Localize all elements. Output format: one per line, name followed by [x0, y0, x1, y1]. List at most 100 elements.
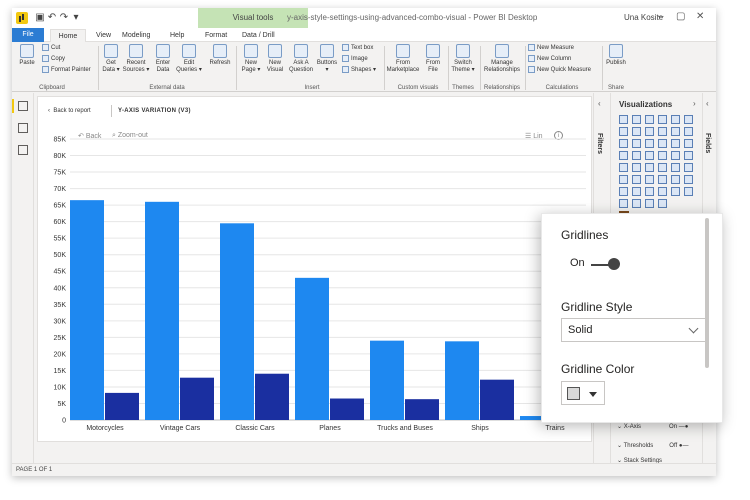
visual-type-icon[interactable]: [632, 151, 641, 160]
maximize-icon[interactable]: ▢: [676, 11, 685, 22]
visual-type-icon[interactable]: [671, 151, 680, 160]
visual-type-icon[interactable]: [632, 199, 641, 208]
from-marketplace-button[interactable]: From Marketplace: [386, 44, 420, 74]
visual-type-icon[interactable]: [671, 115, 680, 124]
ribbon-separator: [448, 46, 449, 90]
visual-type-icon[interactable]: [619, 175, 628, 184]
tab-home[interactable]: Home: [50, 29, 86, 42]
publish-button[interactable]: Publish: [604, 44, 628, 67]
visual-type-icon[interactable]: [658, 151, 667, 160]
ask-question-button[interactable]: Ask A Question: [288, 44, 314, 74]
tab-modeling[interactable]: Modeling: [122, 29, 150, 42]
visual-type-icon[interactable]: [645, 187, 654, 196]
gridlines-state-label: On: [570, 257, 585, 269]
visual-type-icon[interactable]: [684, 139, 693, 148]
visual-type-icon[interactable]: [632, 115, 641, 124]
undo-icon[interactable]: ↶: [46, 12, 58, 24]
popup-scrollbar[interactable]: [705, 218, 709, 368]
copy-button[interactable]: Copy: [42, 55, 65, 63]
collapse-filters-icon[interactable]: ‹: [598, 99, 601, 108]
new-measure-button[interactable]: New Measure: [528, 44, 574, 52]
visual-type-icon[interactable]: [632, 163, 641, 172]
visual-type-icon[interactable]: [619, 187, 628, 196]
publish-icon: [609, 44, 623, 58]
redo-icon[interactable]: ↷: [58, 12, 70, 24]
visual-type-icon[interactable]: [658, 139, 667, 148]
visual-type-icon[interactable]: [684, 163, 693, 172]
visual-type-icon[interactable]: [645, 139, 654, 148]
format-painter-button[interactable]: Format Painter: [42, 66, 91, 74]
tab-help[interactable]: Help: [170, 29, 184, 42]
new-column-button[interactable]: New Column: [528, 55, 571, 63]
shapes-button[interactable]: Shapes ▾: [342, 66, 376, 74]
minimize-icon[interactable]: –: [658, 11, 664, 22]
visual-type-icon[interactable]: [645, 163, 654, 172]
get-data-button[interactable]: Get Data ▾: [100, 44, 122, 74]
report-view-icon[interactable]: [18, 101, 28, 111]
visual-type-icon[interactable]: [619, 139, 628, 148]
visual-type-icon[interactable]: [658, 115, 667, 124]
visual-type-icon[interactable]: [684, 127, 693, 136]
new-quick-measure-button[interactable]: New Quick Measure: [528, 66, 591, 74]
recent-sources-button[interactable]: Recent Sources ▾: [122, 44, 150, 74]
visual-type-icon[interactable]: [684, 151, 693, 160]
visual-type-icon[interactable]: [684, 115, 693, 124]
visual-type-icon[interactable]: [658, 127, 667, 136]
new-page-button[interactable]: New Page ▾: [240, 44, 262, 74]
visual-type-icon[interactable]: [619, 163, 628, 172]
visual-type-icon[interactable]: [671, 139, 680, 148]
visual-type-icon[interactable]: [658, 187, 667, 196]
visual-type-icon[interactable]: [658, 199, 667, 208]
visual-type-icon[interactable]: [658, 163, 667, 172]
visual-type-icon[interactable]: [632, 139, 641, 148]
visual-type-icon[interactable]: [619, 127, 628, 136]
visual-type-icon[interactable]: [645, 151, 654, 160]
paste-button[interactable]: Paste: [16, 44, 38, 67]
visual-type-icon[interactable]: [645, 127, 654, 136]
edit-queries-button[interactable]: Edit Queries ▾: [176, 44, 202, 74]
text-box-button[interactable]: Text box: [342, 44, 373, 52]
data-view-icon[interactable]: [18, 123, 28, 133]
visual-type-icon[interactable]: [645, 175, 654, 184]
visual-type-icon[interactable]: [619, 199, 628, 208]
tab-data-drill[interactable]: Data / Drill: [242, 29, 275, 42]
new-visual-button[interactable]: New Visual: [264, 44, 286, 74]
tab-file[interactable]: File: [12, 28, 44, 42]
save-icon[interactable]: ▣: [34, 12, 46, 24]
collapse-fields-icon[interactable]: ‹: [706, 99, 709, 108]
switch-theme-button[interactable]: Switch Theme ▾: [450, 44, 476, 74]
visual-type-icon[interactable]: [671, 127, 680, 136]
cut-button[interactable]: Cut: [42, 44, 60, 52]
image-button[interactable]: Image: [342, 55, 368, 63]
from-file-button[interactable]: From File: [422, 44, 444, 74]
expand-pane-icon[interactable]: ›: [693, 99, 696, 108]
visual-type-icon[interactable]: [671, 175, 680, 184]
customize-toolbar-icon[interactable]: ▾: [70, 12, 82, 24]
visual-type-icon[interactable]: [632, 187, 641, 196]
close-icon[interactable]: ✕: [696, 11, 704, 22]
x-axis-row[interactable]: ⌄ X-Axis On —●: [617, 423, 688, 430]
visual-type-icon[interactable]: [671, 187, 680, 196]
visual-type-icon[interactable]: [645, 199, 654, 208]
visual-type-icon[interactable]: [658, 175, 667, 184]
manage-relationships-button[interactable]: Manage Relationships: [482, 44, 522, 74]
gridline-style-dropdown[interactable]: Solid: [561, 318, 706, 342]
visual-type-icon[interactable]: [671, 163, 680, 172]
caret-down-icon: [589, 392, 597, 397]
thresholds-row[interactable]: ⌄ Thresholds Off ●—: [617, 442, 688, 449]
visual-type-icon[interactable]: [645, 115, 654, 124]
visual-type-icon[interactable]: [632, 127, 641, 136]
visual-type-icon[interactable]: [632, 175, 641, 184]
y-tick-label: 50K: [54, 252, 67, 259]
refresh-button[interactable]: Refresh: [208, 44, 232, 67]
buttons-button[interactable]: Buttons ▾: [316, 44, 338, 74]
visual-type-icon[interactable]: [684, 187, 693, 196]
visual-type-icon[interactable]: [619, 151, 628, 160]
tab-format[interactable]: Format: [205, 29, 227, 42]
tab-view[interactable]: View: [96, 29, 111, 42]
model-view-icon[interactable]: [18, 145, 28, 155]
enter-data-button[interactable]: Enter Data: [152, 44, 174, 74]
visual-type-icon[interactable]: [684, 175, 693, 184]
gridline-color-picker[interactable]: [561, 381, 605, 405]
visual-type-icon[interactable]: [619, 115, 628, 124]
